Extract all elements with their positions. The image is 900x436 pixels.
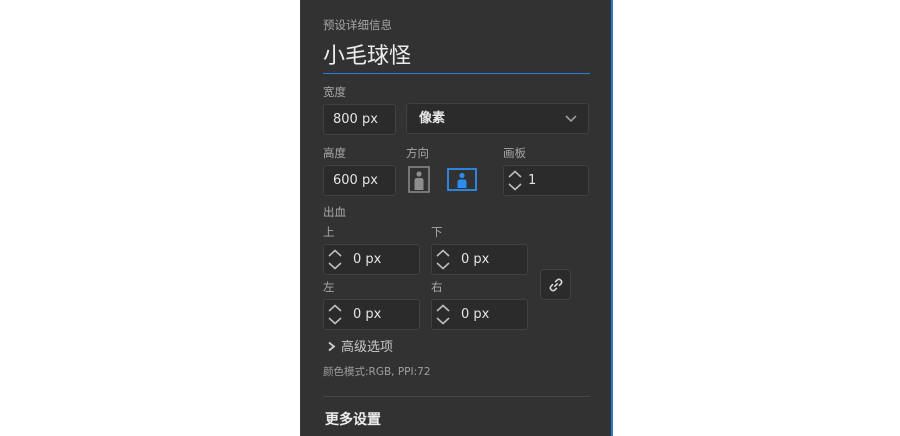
bleed-right-value: 0 px [461,307,490,322]
stepper-arrows-icon[interactable] [506,168,524,193]
preset-details-panel: 预设详细信息 小毛球怪 宽度 800 px 像素 高度 600 px 方向 画板… [300,0,613,436]
stepper-arrows-icon[interactable] [434,302,452,327]
color-mode-info: 颜色模式:RGB, PPI:72 [323,366,431,378]
artboards-label: 画板 [503,146,526,160]
preset-name-input[interactable]: 小毛球怪 [323,42,590,74]
artboards-value: 1 [528,173,537,188]
artboards-stepper[interactable]: 1 [503,165,589,196]
landscape-button[interactable] [447,166,477,193]
width-label: 宽度 [323,85,346,99]
link-icon [549,278,563,292]
bleed-left-stepper[interactable]: 0 px [323,299,420,330]
bleed-top-label: 上 [323,225,335,239]
bleed-top-stepper[interactable]: 0 px [323,244,420,275]
chevron-right-icon [328,341,336,352]
landscape-icon [447,168,477,191]
bleed-right-label: 右 [431,280,443,294]
bleed-bottom-label: 下 [431,225,443,239]
bleed-link-button[interactable] [540,269,571,300]
bleed-top-value: 0 px [353,252,382,267]
height-input[interactable]: 600 px [323,165,396,196]
bleed-left-label: 左 [323,280,335,294]
preset-details-label: 预设详细信息 [323,18,392,32]
portrait-icon [408,166,430,193]
chevron-down-icon [565,115,577,123]
stepper-arrows-icon[interactable] [434,247,452,272]
unit-select-value: 像素 [419,111,446,126]
advanced-options-toggle[interactable]: 高级选项 [327,340,393,356]
orientation-label: 方向 [406,146,429,160]
divider [323,396,590,397]
advanced-options-label: 高级选项 [341,340,394,355]
bleed-bottom-stepper[interactable]: 0 px [431,244,528,275]
bleed-right-stepper[interactable]: 0 px [431,299,528,330]
bleed-left-value: 0 px [353,307,382,322]
bleed-label: 出血 [323,205,346,219]
stepper-arrows-icon[interactable] [326,247,344,272]
bleed-bottom-value: 0 px [461,252,490,267]
stepper-arrows-icon[interactable] [326,302,344,327]
height-label: 高度 [323,146,346,160]
unit-select[interactable]: 像素 [406,103,589,134]
width-input[interactable]: 800 px [323,104,396,135]
more-settings-button[interactable]: 更多设置 [325,411,381,429]
portrait-button[interactable] [408,166,430,193]
